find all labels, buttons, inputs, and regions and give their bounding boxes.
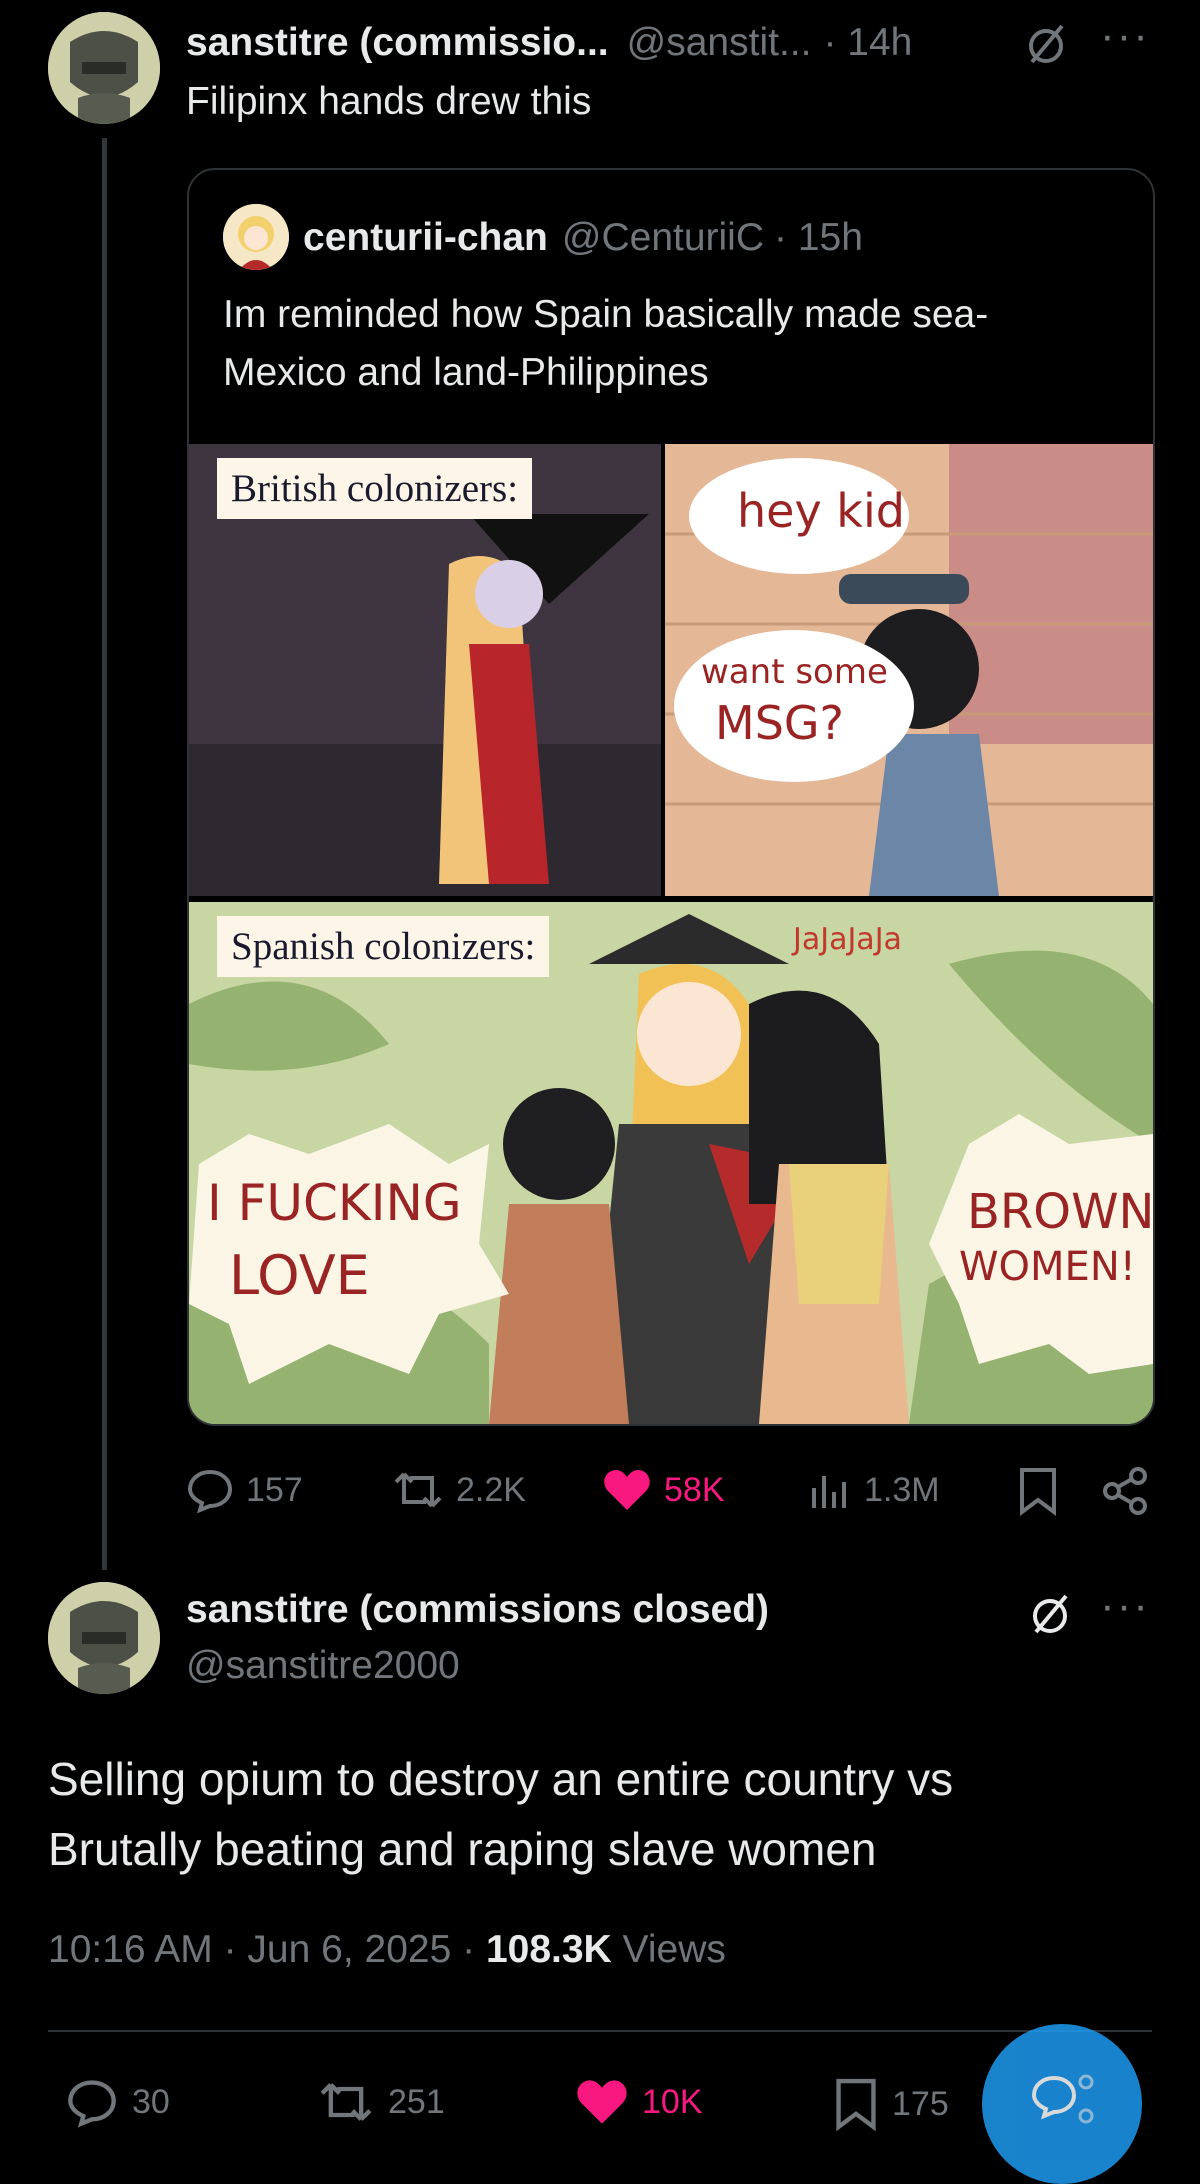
- main-repost-count: 251: [388, 2082, 445, 2121]
- shout-right-line1: BROWN: [967, 1184, 1153, 1240]
- compose-reply-fab[interactable]: [982, 2024, 1142, 2184]
- main-reply-icon: [68, 2080, 116, 2128]
- author-avatar[interactable]: [48, 12, 160, 124]
- main-repost-button[interactable]: 251: [316, 2076, 445, 2128]
- bubble-text-2a: want some: [701, 652, 888, 692]
- main-author-avatar[interactable]: [48, 1582, 160, 1694]
- main-repost-icon: [320, 2083, 372, 2121]
- like-button[interactable]: 58K: [602, 1466, 725, 1514]
- quoted-author-name[interactable]: centurii-chan: [303, 216, 548, 260]
- main-author-handle[interactable]: @sanstitre2000: [186, 1644, 460, 1688]
- views-label: Views: [611, 1928, 726, 1971]
- grok-icon[interactable]: [1022, 20, 1070, 73]
- quoted-author-avatar[interactable]: [223, 204, 289, 270]
- post-metadata: 10:16 AM · Jun 6, 2025 · 108.3K Views: [48, 1928, 726, 1972]
- main-reply-button[interactable]: 30: [64, 2076, 170, 2128]
- post-time[interactable]: · 14h: [823, 21, 912, 65]
- main-post-text: Selling opium to destroy an entire count…: [48, 1744, 953, 1884]
- views-button[interactable]: 1.3M: [808, 1466, 940, 1514]
- repost-button[interactable]: 2.2K: [392, 1466, 526, 1514]
- quoted-post[interactable]: centurii-chan @CenturiiC · 15h Im remind…: [187, 168, 1155, 1426]
- post-text: Filipinx hands drew this: [186, 80, 592, 123]
- main-bookmark-count: 175: [892, 2084, 949, 2123]
- main-reply-count: 30: [132, 2082, 170, 2121]
- heart-icon: [604, 1470, 650, 1510]
- main-author-name[interactable]: sanstitre (commissions closed): [186, 1588, 769, 1632]
- post-timestamp[interactable]: 10:16 AM · Jun 6, 2025 ·: [48, 1928, 486, 1971]
- views-count: 1.3M: [864, 1470, 940, 1509]
- quoted-post-header: centurii-chan @CenturiiC · 15h: [303, 210, 863, 266]
- author-name[interactable]: sanstitre (commissio...: [186, 21, 609, 65]
- views-chart-icon: [812, 1476, 846, 1508]
- panel1-caption: British colonizers:: [217, 458, 533, 519]
- author-handle[interactable]: @sanstit...: [627, 21, 812, 65]
- quoted-avatar-image: [223, 204, 289, 270]
- main-post-text-line1: Selling opium to destroy an entire count…: [48, 1753, 954, 1805]
- fab-icon: [1031, 2074, 1094, 2124]
- main-bookmark-icon: [836, 2078, 876, 2132]
- repost-count: 2.2K: [456, 1470, 526, 1509]
- shout-left-line2: LOVE: [229, 1244, 370, 1307]
- main-more-options-icon[interactable]: ···: [1100, 1584, 1150, 1628]
- main-heart-icon: [577, 2080, 627, 2124]
- repost-icon: [394, 1472, 442, 1508]
- main-like-button[interactable]: 10K: [574, 2076, 703, 2128]
- shout-left-line1: I FUCKING: [207, 1174, 462, 1232]
- laugh-text: JaJaJaJa: [793, 922, 902, 957]
- bookmark-icon[interactable]: [1016, 1466, 1060, 1521]
- bubble-text-2b: MSG?: [715, 696, 844, 750]
- reply-button[interactable]: 157: [186, 1466, 303, 1514]
- quoted-post-text: Im reminded how Spain basically made sea…: [223, 293, 989, 394]
- thread-connector-line: [102, 138, 107, 1570]
- divider: [48, 2030, 1152, 2032]
- main-grok-icon[interactable]: [1026, 1590, 1074, 1643]
- like-count: 58K: [664, 1470, 725, 1509]
- main-like-count: 10K: [642, 2082, 703, 2121]
- bubble-text-1: hey kid: [737, 484, 905, 538]
- share-icon[interactable]: [1102, 1466, 1150, 1521]
- comic-image[interactable]: British colonizers: hey kid want some MS…: [189, 444, 1153, 1424]
- quoted-post-time: · 15h: [774, 216, 863, 259]
- views-total: 108.3K: [485, 1928, 612, 1971]
- panel2-caption: Spanish colonizers:: [217, 916, 550, 977]
- avatar-image: [48, 12, 160, 124]
- shout-right-line2: WOMEN!: [959, 1244, 1136, 1290]
- main-post-text-line2: Brutally beating and raping slave women: [48, 1823, 877, 1875]
- reply-icon: [187, 1469, 233, 1514]
- more-options-icon[interactable]: ···: [1100, 14, 1150, 58]
- main-avatar-image: [48, 1582, 160, 1694]
- quoted-author-handle[interactable]: @CenturiiC: [562, 216, 764, 260]
- main-bookmark-button[interactable]: 175: [832, 2076, 949, 2132]
- top-post-header: sanstitre (commissio... @sanstit... · 14…: [186, 18, 912, 68]
- reply-count: 157: [246, 1470, 303, 1509]
